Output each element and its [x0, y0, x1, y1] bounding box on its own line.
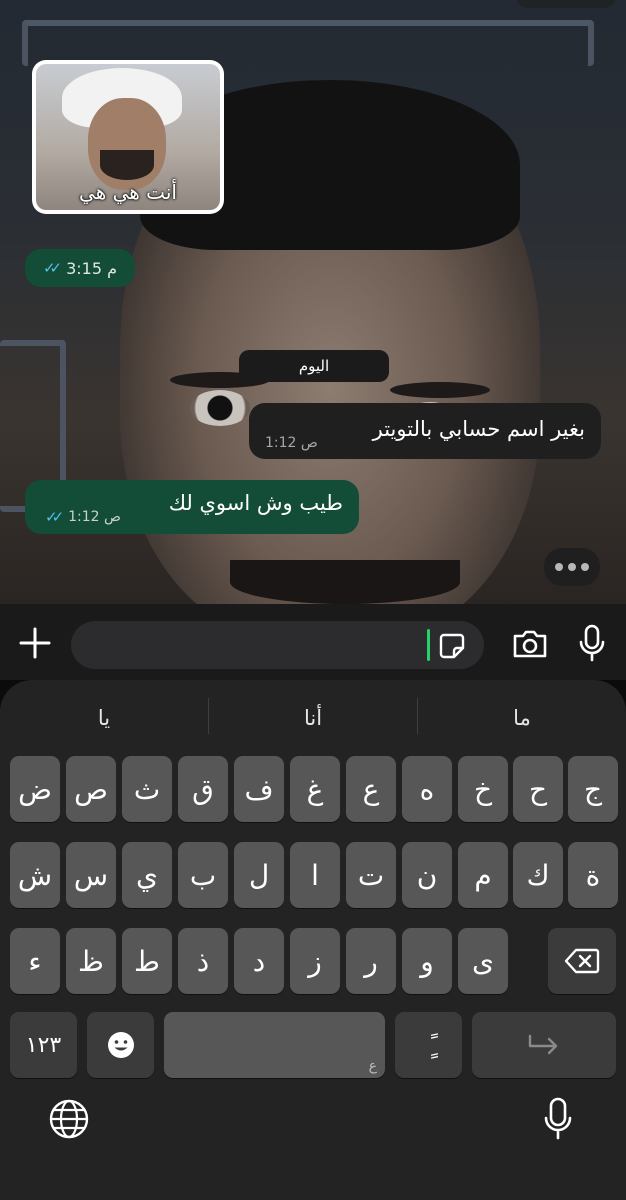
key-feh[interactable]: ف — [234, 756, 284, 822]
suggestion-3[interactable]: يا — [0, 680, 208, 756]
key-theh[interactable]: ث — [122, 756, 172, 822]
key-tah[interactable]: ط — [122, 928, 172, 994]
message-text: طيب وش اسوي لك — [168, 491, 343, 515]
key-sad[interactable]: ص — [66, 756, 116, 822]
microphone-icon[interactable] — [572, 622, 612, 664]
key-hamza[interactable]: ء — [10, 928, 60, 994]
key-heh[interactable]: ه — [402, 756, 452, 822]
double-check-icon: ✓✓ — [45, 508, 64, 526]
incoming-message[interactable]: بغير اسم حسابي بالتويتر 1:12 ص — [249, 403, 601, 459]
key-sheen[interactable]: ش — [10, 842, 60, 908]
key-kaf[interactable]: ك — [513, 842, 563, 908]
emoji-key[interactable] — [87, 1012, 154, 1078]
key-hah[interactable]: ح — [513, 756, 563, 822]
plus-icon[interactable] — [14, 622, 56, 664]
message-input-bar — [0, 604, 626, 680]
numbers-key[interactable]: ١٢٣ — [10, 1012, 77, 1078]
key-ghain[interactable]: غ — [290, 756, 340, 822]
outgoing-message[interactable]: طيب وش اسوي لك ✓✓ 1:12 ص — [25, 480, 359, 534]
timestamp: 1:12 ص — [265, 435, 318, 451]
globe-icon[interactable] — [46, 1096, 92, 1142]
message-text: بغير اسم حسابي بالتويتر — [372, 417, 585, 441]
message-input[interactable] — [71, 621, 484, 669]
sticker-message[interactable]: أنت هي هي — [32, 60, 224, 214]
key-meem[interactable]: م — [458, 842, 508, 908]
diacritics-key[interactable]: ًٍ — [395, 1012, 462, 1078]
return-key[interactable] — [472, 1012, 616, 1078]
timestamp: 3:15 م — [66, 258, 118, 278]
key-lam[interactable]: ل — [234, 842, 284, 908]
space-language-hint: ع — [368, 1058, 377, 1074]
key-noon[interactable]: ن — [402, 842, 452, 908]
key-thal[interactable]: ذ — [178, 928, 228, 994]
key-reh[interactable]: ر — [346, 928, 396, 994]
backspace-key[interactable] — [548, 928, 616, 994]
timestamp: 1:12 ص — [68, 509, 121, 525]
suggestion-1[interactable]: ما — [418, 680, 626, 756]
key-alef[interactable]: ا — [290, 842, 340, 908]
double-check-icon: ✓✓ — [42, 259, 62, 277]
backspace-icon — [564, 948, 600, 974]
key-teh[interactable]: ت — [346, 842, 396, 908]
key-khah[interactable]: خ — [458, 756, 508, 822]
key-qaf[interactable]: ق — [178, 756, 228, 822]
key-seen[interactable]: س — [66, 842, 116, 908]
key-yeh[interactable]: ي — [122, 842, 172, 908]
key-ain[interactable]: ع — [346, 756, 396, 822]
previous-message-bubble[interactable] — [516, 0, 616, 8]
key-waw[interactable]: و — [402, 928, 452, 994]
key-jeem[interactable]: ج — [568, 756, 618, 822]
key-teh-marbuta[interactable]: ة — [568, 842, 618, 908]
key-zain[interactable]: ز — [290, 928, 340, 994]
key-zah[interactable]: ظ — [66, 928, 116, 994]
dictation-microphone-icon[interactable] — [538, 1094, 578, 1144]
suggestion-2[interactable]: أنا — [209, 680, 417, 756]
arabic-keyboard: ما أنا يا ج ح خ ه ع غ ف ق ث ص ض ة ك م ن … — [0, 680, 626, 1200]
return-icon — [528, 1034, 558, 1055]
sticker-icon[interactable] — [435, 629, 469, 663]
sticker-timestamp: ✓✓ 3:15 م — [25, 249, 135, 287]
sticker-caption: أنت هي هي — [79, 180, 177, 204]
emoji-icon — [107, 1032, 134, 1058]
date-divider: اليوم — [239, 350, 389, 382]
typing-indicator — [544, 548, 600, 586]
key-beh[interactable]: ب — [178, 842, 228, 908]
space-key[interactable]: ع — [164, 1012, 385, 1078]
key-dal[interactable]: د — [234, 928, 284, 994]
camera-icon[interactable] — [508, 624, 552, 664]
key-dad[interactable]: ض — [10, 756, 60, 822]
key-alef-maksura[interactable]: ى — [458, 928, 508, 994]
text-cursor — [427, 629, 430, 661]
